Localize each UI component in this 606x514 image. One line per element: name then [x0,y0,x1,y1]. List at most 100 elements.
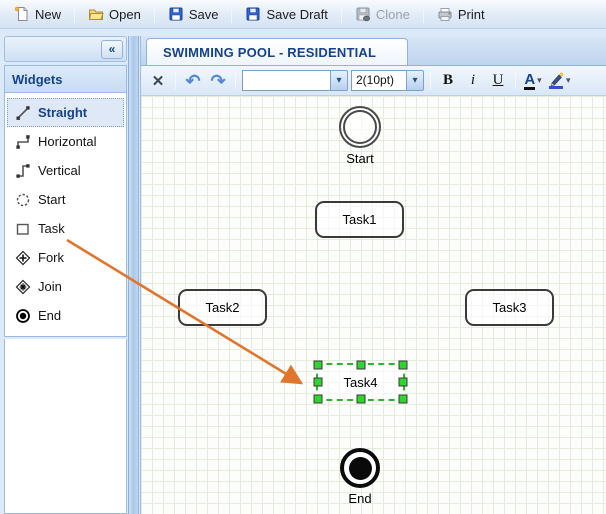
tab-swimming-pool-residential[interactable]: SWIMMING POOL - RESIDENTIAL [146,38,408,65]
new-button[interactable]: New [6,3,69,25]
sidebar-item-start[interactable]: Start [7,185,124,214]
undo-button[interactable]: ↶ [182,70,204,92]
sidebar-title: Widgets [4,65,127,92]
toolbar-separator [235,72,236,89]
canvas-node-task1[interactable]: Task1 [315,201,404,238]
chevron-down-icon: ▾ [330,70,348,91]
tab-strip: SWIMMING POOL - RESIDENTIAL [141,36,606,66]
sidebar-item-join[interactable]: Join [7,272,124,301]
selection-handle[interactable] [314,395,323,404]
open-button-label: Open [109,7,141,22]
start-node-icon [15,192,31,208]
widgets-sidebar: « Widgets Straight Horizontal Vertical [4,36,127,514]
selection-handle[interactable] [314,361,323,370]
redo-button[interactable]: ↷ [207,70,229,92]
sidebar-item-label: Fork [38,250,64,265]
chevron-down-icon: ▾ [537,75,542,86]
toolbar-separator [175,72,176,89]
toolbar-separator [430,72,431,89]
toolbar-separator [423,6,424,23]
tab-title: SWIMMING POOL - RESIDENTIAL [163,45,376,60]
bold-button[interactable]: B [437,70,459,92]
task-shape: Task1 [315,201,404,238]
collapse-chevrons-icon: « [109,42,116,56]
sidebar-item-fork[interactable]: Fork [7,243,124,272]
task-shape-selected: Task4 [316,363,405,401]
save-draft-button[interactable]: Save Draft [237,3,335,25]
toolbar-separator [74,6,75,23]
font-family-value [242,70,330,91]
save-button[interactable]: Save [160,3,227,25]
selection-handle[interactable] [356,361,365,370]
sidebar-item-vertical[interactable]: Vertical [7,156,124,185]
sidebar-item-label: Horizontal [38,134,97,149]
straight-connector-icon [15,105,31,121]
open-folder-icon [88,6,104,22]
font-color-icon: A [524,72,535,90]
sidebar-item-end[interactable]: End [7,301,124,330]
toolbar-separator [341,6,342,23]
sidebar-item-label: Straight [38,105,87,120]
print-icon [437,6,453,22]
save-draft-button-label: Save Draft [266,7,327,22]
highlight-color-button[interactable]: ▾ [547,70,572,92]
canvas-node-task4[interactable]: Task4 [316,363,405,401]
chevron-down-icon: ▾ [566,75,571,86]
chevron-down-icon: ▾ [406,70,424,91]
node-label: End [335,491,385,506]
italic-button[interactable]: i [462,70,484,92]
selection-handle[interactable] [399,361,408,370]
save-button-label: Save [189,7,219,22]
end-shape [340,448,380,488]
clone-button-label: Clone [376,7,410,22]
new-document-icon [14,6,30,22]
save-draft-icon [245,6,261,22]
workflow-designer-window: { "toolbar": { "items": [ {"label": "New… [0,0,606,514]
main-panel: SWIMMING POOL - RESIDENTIAL ✕ ↶ ↷ ▾ 2(10… [140,36,606,514]
panel-splitter[interactable] [128,36,139,514]
selection-handle[interactable] [314,378,323,387]
save-icon [168,6,184,22]
selection-handle[interactable] [356,395,365,404]
font-family-select[interactable]: ▾ [242,70,348,91]
sidebar-item-label: Join [38,279,62,294]
widget-list: Straight Horizontal Vertical Start Task [4,92,127,337]
diagram-canvas[interactable]: Start Task1 Task2 Task3 Task4 [141,96,606,514]
collapse-sidebar-button[interactable]: « [101,40,123,59]
sidebar-item-horizontal[interactable]: Horizontal [7,127,124,156]
undo-icon: ↶ [185,72,200,90]
font-color-button[interactable]: A ▾ [522,70,544,92]
clone-button[interactable]: Clone [347,3,418,25]
fork-node-icon [15,250,31,266]
canvas-node-task2[interactable]: Task2 [178,289,267,326]
start-shape [339,106,381,148]
font-size-value: 2(10pt) [351,70,406,91]
selection-handle[interactable] [399,378,408,387]
format-toolbar: ✕ ↶ ↷ ▾ 2(10pt) ▾ B i U A ▾ [141,66,606,96]
sidebar-item-straight[interactable]: Straight [7,98,124,127]
font-size-select[interactable]: 2(10pt) ▾ [351,70,424,91]
end-node-icon [15,308,31,324]
toolbar-separator [515,72,516,89]
underline-icon: U [493,72,504,89]
node-label: Start [333,151,387,166]
open-button[interactable]: Open [80,3,149,25]
sidebar-item-task[interactable]: Task [7,214,124,243]
canvas-node-start[interactable]: Start [333,106,387,166]
delete-icon: ✕ [152,72,165,90]
delete-button[interactable]: ✕ [147,70,169,92]
new-button-label: New [35,7,61,22]
underline-button[interactable]: U [487,70,509,92]
print-button[interactable]: Print [429,3,493,25]
selection-handle[interactable] [399,395,408,404]
canvas-node-task3[interactable]: Task3 [465,289,554,326]
bold-icon: B [443,72,453,89]
node-label: Task4 [344,375,378,390]
italic-icon: i [471,72,475,89]
sidebar-item-label: Task [38,221,65,236]
sidebar-item-label: End [38,308,61,323]
vertical-connector-icon [15,163,31,179]
redo-icon: ↷ [210,72,225,90]
clone-icon [355,6,371,22]
canvas-node-end[interactable]: End [335,448,385,506]
